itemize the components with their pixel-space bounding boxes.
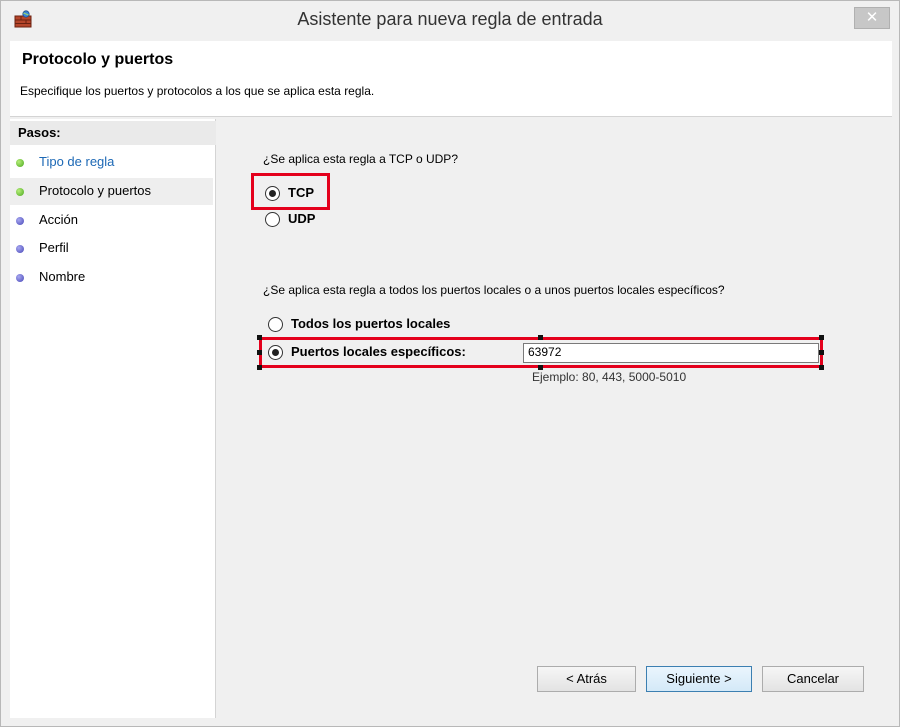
step-label: Protocolo y puertos (39, 183, 152, 198)
wizard-window: Asistente para nueva regla de entrada ✕ … (0, 0, 900, 727)
all-ports-radio[interactable] (268, 317, 283, 332)
step-tipo-de-regla[interactable]: Tipo de regla (10, 149, 213, 176)
wizard-header: Protocolo y puertos Especifique los puer… (10, 41, 892, 117)
selection-handle[interactable] (819, 335, 824, 340)
close-icon: ✕ (865, 9, 879, 26)
tcp-label[interactable]: TCP (288, 185, 314, 200)
selection-handle[interactable] (257, 335, 262, 340)
all-ports-label[interactable]: Todos los puertos locales (291, 316, 450, 331)
step-current-icon (16, 188, 24, 196)
step-label: Tipo de regla (39, 154, 115, 169)
ports-question: ¿Se aplica esta regla a todos los puerto… (263, 283, 725, 297)
selection-handle[interactable] (819, 365, 824, 370)
step-accion: Acción (10, 207, 213, 234)
selection-handle[interactable] (538, 335, 543, 340)
step-done-icon (16, 159, 24, 167)
step-label: Perfil (39, 240, 69, 255)
udp-label[interactable]: UDP (288, 211, 315, 226)
page-title: Protocolo y puertos (22, 51, 174, 68)
selection-handle[interactable] (257, 365, 262, 370)
step-label: Acción (39, 212, 79, 227)
close-button[interactable]: ✕ (854, 7, 890, 29)
udp-radio[interactable] (265, 212, 280, 227)
step-pending-icon (16, 274, 24, 282)
step-perfil: Perfil (10, 235, 213, 262)
tcp-radio[interactable] (265, 186, 280, 201)
step-label: Nombre (39, 269, 86, 284)
cancel-button[interactable]: Cancelar (762, 666, 864, 692)
back-button[interactable]: < Atrás (537, 666, 636, 692)
steps-heading: Pasos: (10, 121, 216, 145)
step-protocolo-y-puertos: Protocolo y puertos (10, 178, 213, 205)
step-pending-icon (16, 217, 24, 225)
steps-sidebar: Pasos: Tipo de regla Protocolo y puertos… (10, 119, 216, 718)
next-button[interactable]: Siguiente > (646, 666, 752, 692)
protocol-question: ¿Se aplica esta regla a TCP o UDP? (263, 152, 458, 166)
step-nombre: Nombre (10, 264, 213, 291)
window-title: Asistente para nueva regla de entrada (297, 9, 603, 29)
ports-example-hint: Ejemplo: 80, 443, 5000-5010 (532, 370, 687, 384)
title-bar: Asistente para nueva regla de entrada ✕ (1, 1, 899, 41)
ports-highlight-box (259, 337, 823, 368)
selection-handle[interactable] (819, 350, 824, 355)
selection-handle[interactable] (257, 350, 262, 355)
step-pending-icon (16, 245, 24, 253)
page-description: Especifique los puertos y protocolos a l… (20, 84, 375, 98)
